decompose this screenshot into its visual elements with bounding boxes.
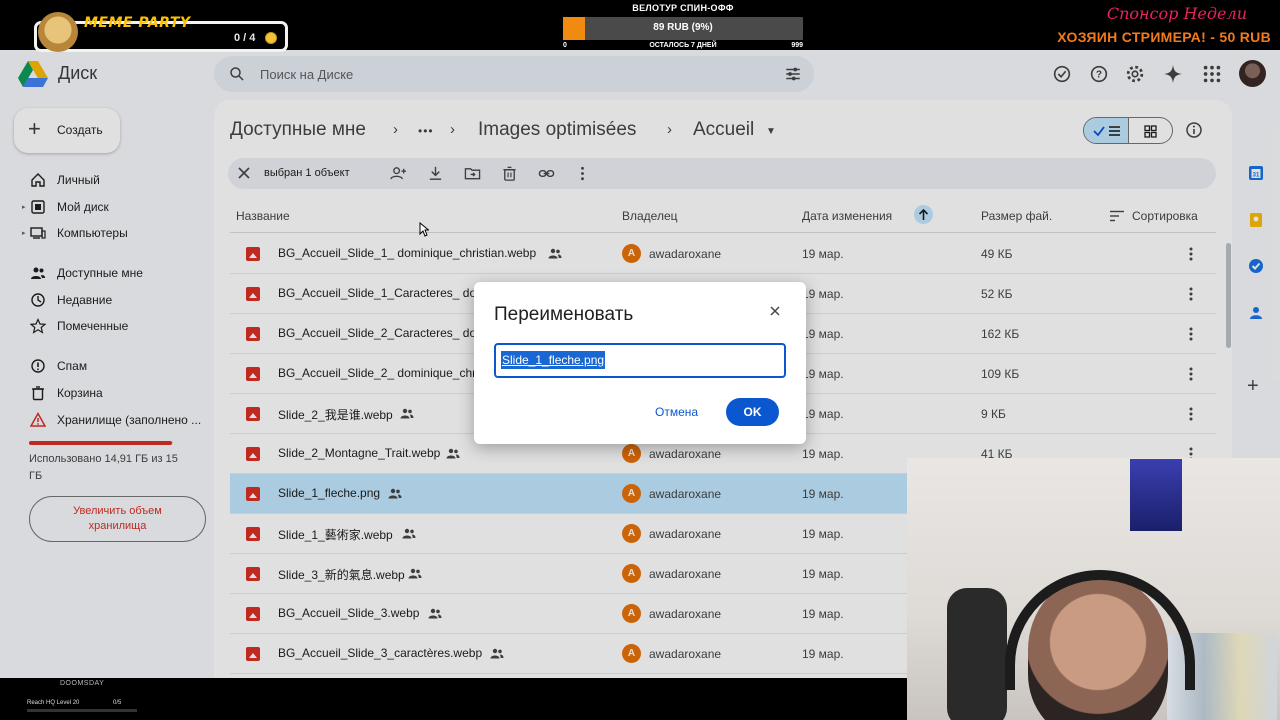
donation-goal-max: 999 [791,42,803,49]
game-task-label: Reach HQ Level 20 [27,700,80,706]
webcam-feed [907,458,1280,720]
game-logo: DOOMSDAY [60,680,105,687]
game-task-bar [27,709,137,712]
rename-input-value[interactable]: Slide_1_fleche.png [501,351,606,369]
donation-goal-bar: 89 RUB (9%) [563,17,803,40]
screen: Диск ? + Создать Личный ▸ Мой диск ▸ [0,0,1280,720]
rename-dialog: Переименовать Slide_1_fleche.png Отмена … [474,282,806,444]
wall-poster [1130,459,1182,531]
doge-avatar-icon [38,12,78,52]
coin-icon [265,32,277,44]
ok-button[interactable]: OK [726,398,779,426]
cancel-button[interactable]: Отмена [639,398,714,426]
sponsor-title: Спонсор Недели [1106,4,1247,23]
mouse-cursor-icon [419,221,430,237]
headset [1005,570,1195,690]
sponsor-name: ХОЗЯИН СТРИМЕРА! - 50 RUB [1057,29,1271,45]
game-task-count: 0/5 [113,700,122,706]
close-icon[interactable] [766,302,784,320]
donation-goal-amount: 89 RUB (9%) [653,22,713,33]
gaming-chair [947,588,1007,720]
meme-party-count: 0 / 4 [234,32,256,44]
dialog-title: Переименовать [494,304,634,325]
donation-goal-remaining: ОСТАЛОСЬ 7 ДНЕЙ [649,42,717,49]
meme-party-title: MEME PARTY [84,15,191,31]
donation-goal-title: ВЕЛОТУР СПИН-ОФФ [632,3,734,13]
stream-overlay-top: MEME PARTY 0 / 4 ВЕЛОТУР СПИН-ОФФ 89 RUB… [0,0,1280,52]
